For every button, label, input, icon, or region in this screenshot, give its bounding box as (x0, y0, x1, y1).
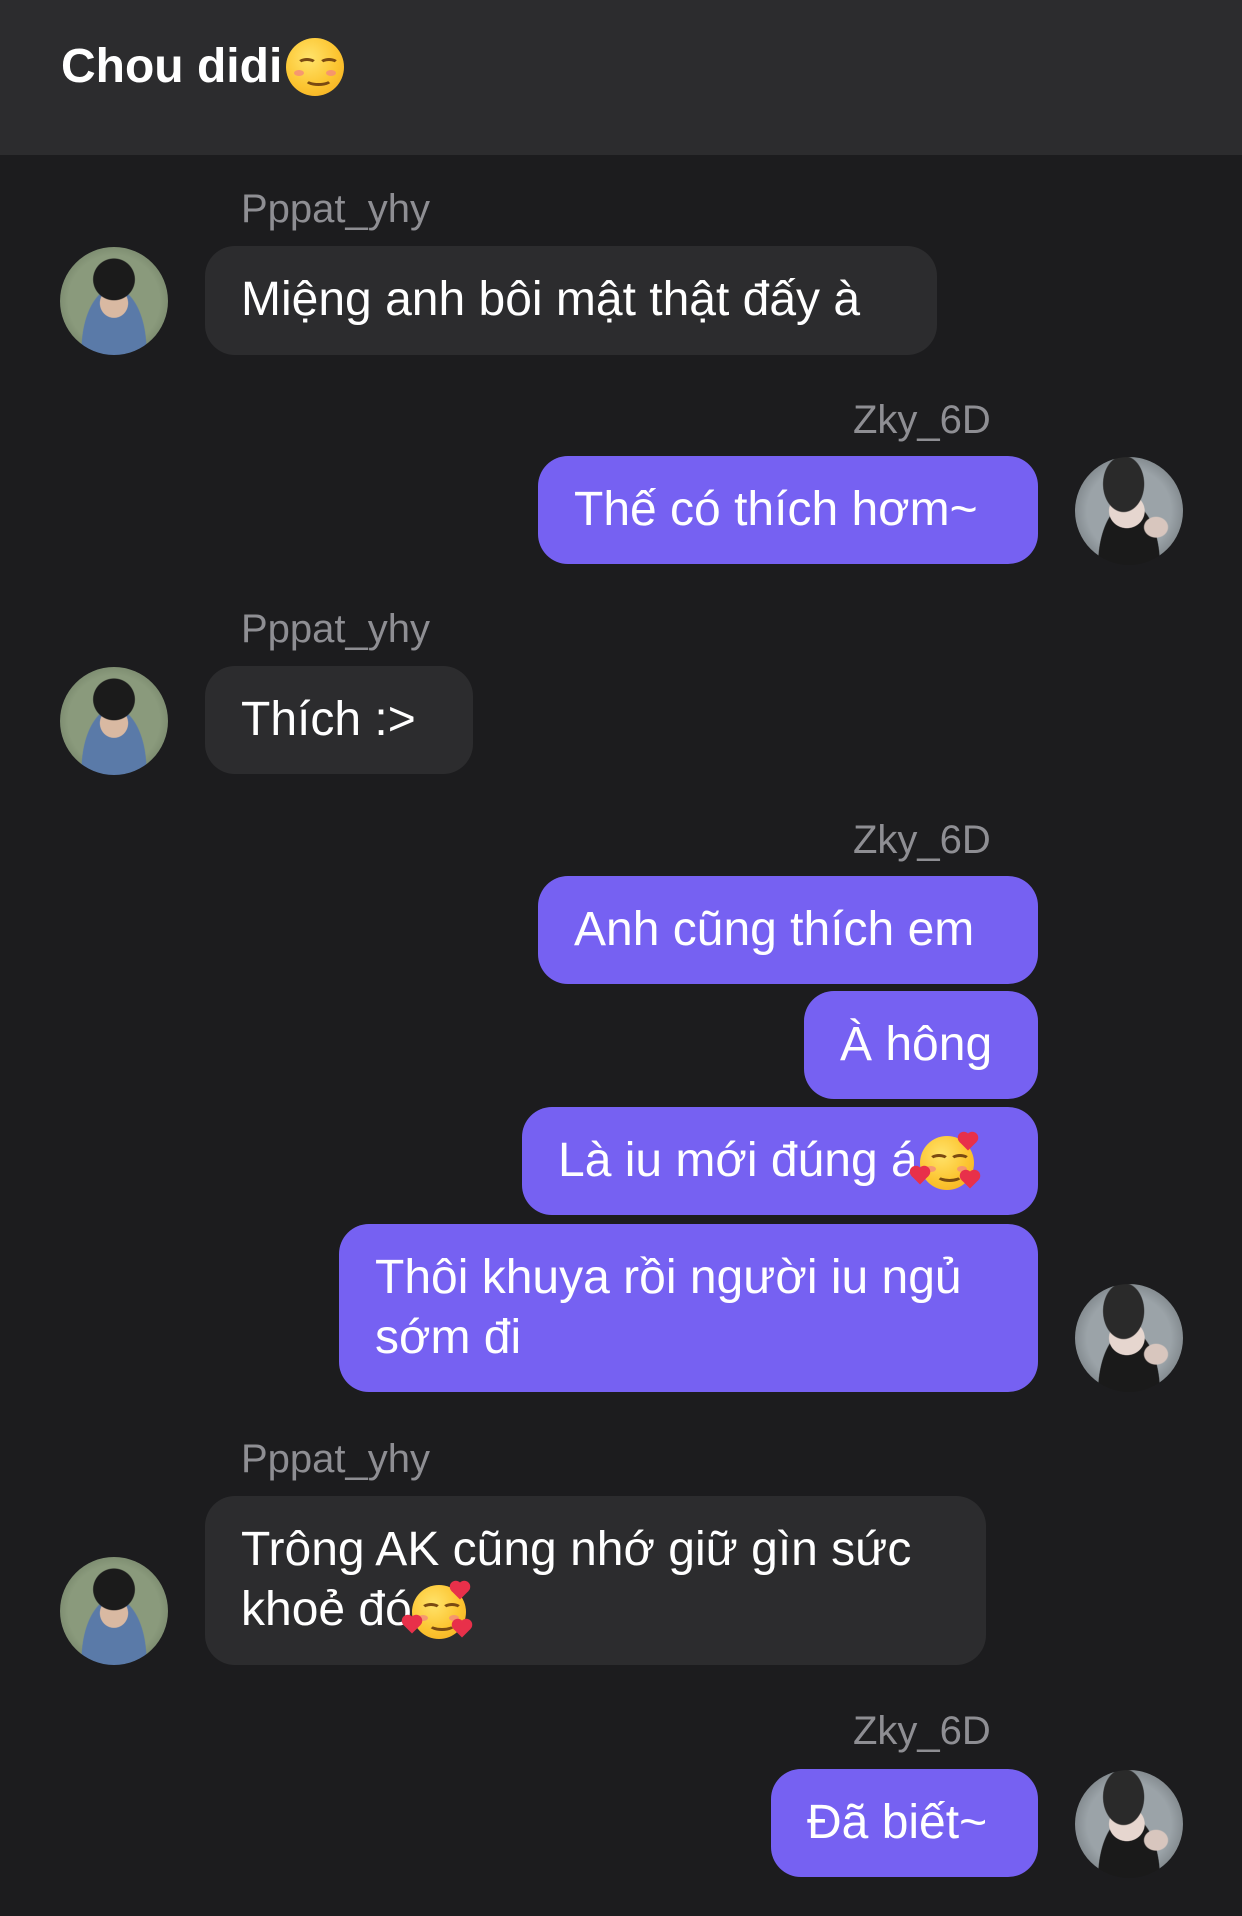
message-text: Miệng anh bôi mật thật đấy à (241, 273, 861, 326)
message-bubble[interactable]: Thế có thích hơm~ (538, 456, 1038, 564)
message-text: Đã biết~ (807, 1796, 988, 1849)
message-bubble[interactable]: Là iu mới đúng á (522, 1107, 1038, 1215)
message-bubble[interactable]: Thích :> (205, 666, 473, 774)
sender-name: Zky_6D (853, 1709, 991, 1753)
smiling-face-icon (286, 38, 345, 96)
sender-name: Zky_6D (853, 398, 991, 442)
message-text: Thế có thích hơm~ (574, 483, 978, 536)
message-bubble[interactable]: Anh cũng thích em (538, 876, 1038, 984)
sender-name: Zky_6D (853, 818, 991, 862)
avatar-pppat[interactable] (60, 247, 168, 355)
smiling-face-with-hearts-icon (403, 1582, 471, 1640)
avatar-pppat[interactable] (60, 667, 168, 775)
message-text: Anh cũng thích em (574, 903, 975, 956)
sender-name: Pppat_yhy (241, 187, 431, 231)
avatar-zky[interactable] (1075, 1284, 1183, 1392)
sender-name: Pppat_yhy (241, 1437, 431, 1481)
chat-header: Chou didi (0, 0, 1242, 155)
avatar-zky[interactable] (1075, 1770, 1183, 1878)
message-text: À hông (840, 1018, 993, 1071)
message-bubble[interactable]: Miệng anh bôi mật thật đấy à (205, 246, 937, 355)
avatar-zky[interactable] (1075, 457, 1183, 565)
message-bubble[interactable]: À hông (804, 991, 1038, 1099)
chat-title[interactable]: Chou didi (61, 38, 345, 96)
message-text: Trông AK cũng nhớ giữ gìn sức khoẻ đó (241, 1523, 912, 1636)
sender-name: Pppat_yhy (241, 607, 431, 651)
message-bubble[interactable]: Thôi khuya rồi người iu ngủ sớm đi (339, 1224, 1038, 1392)
chat-title-text: Chou didi (61, 40, 283, 93)
message-bubble[interactable]: Đã biết~ (771, 1769, 1038, 1877)
message-bubble[interactable]: Trông AK cũng nhớ giữ gìn sức khoẻ đó (205, 1496, 986, 1665)
message-text: Là iu mới đúng á (558, 1134, 918, 1187)
message-text: Thích :> (241, 693, 416, 746)
message-text: Thôi khuya rồi người iu ngủ sớm đi (375, 1251, 962, 1364)
smiling-face-with-hearts-icon (911, 1133, 979, 1191)
avatar-pppat[interactable] (60, 1557, 168, 1665)
